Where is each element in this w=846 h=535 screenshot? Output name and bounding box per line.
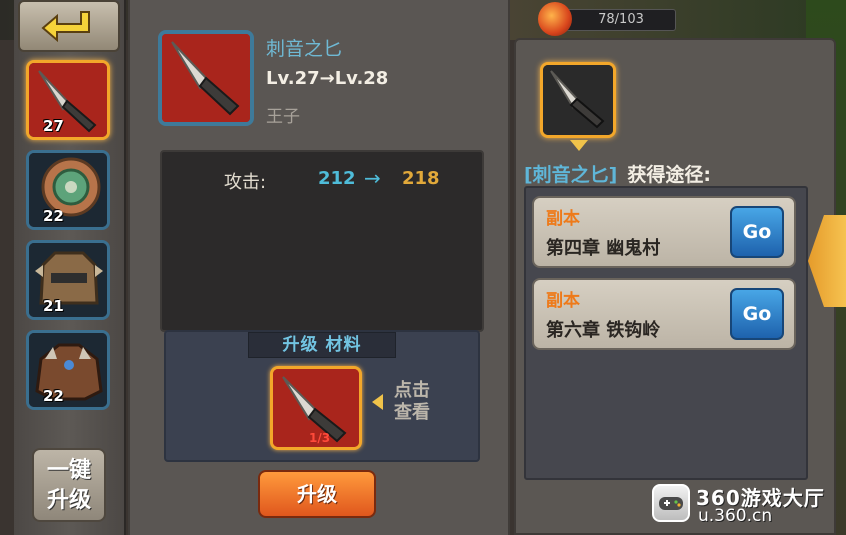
stamina-counter: 78/103 <box>538 2 678 36</box>
slot-level: 22 <box>43 207 64 225</box>
slot-level: 22 <box>43 387 64 405</box>
source-title: 获得途径: <box>627 164 711 186</box>
attack-next: 218 <box>402 168 440 189</box>
stamina-value: 78/103 <box>566 9 676 31</box>
gamepad-icon <box>652 484 690 522</box>
go-button[interactable]: Go <box>730 288 784 340</box>
source-heading: [刺音之匕] 获得途径: <box>524 160 711 187</box>
slot-level: 27 <box>43 117 64 135</box>
go-button[interactable]: Go <box>730 206 784 258</box>
shield-icon <box>29 153 107 227</box>
back-button[interactable] <box>18 0 120 52</box>
click-to-view[interactable]: 点击 查看 <box>394 380 440 424</box>
upgrade-button[interactable]: 升级 <box>258 470 376 518</box>
source-name: 第四章 幽鬼村 <box>546 238 661 259</box>
source-item-icon <box>540 62 616 138</box>
item-name: 刺音之匕 <box>266 38 343 60</box>
source-entry: 副本 第六章 铁钩岭 Go <box>532 278 796 350</box>
watermark-url: u.360.cn <box>698 506 773 526</box>
item-portrait <box>158 30 254 126</box>
caret-down-icon <box>570 140 588 151</box>
helmet-icon <box>29 243 107 317</box>
attack-current: 212 <box>318 168 356 189</box>
attack-arrow: → <box>364 166 381 190</box>
watermark: 360游戏大厅 u.360.cn <box>652 480 842 528</box>
attack-label: 攻击: <box>224 172 267 193</box>
material-item[interactable]: 1/3 <box>270 366 362 450</box>
dagger-icon <box>29 63 107 137</box>
item-level-change: Lv.27→Lv.28 <box>266 68 389 89</box>
equipment-slot-helmet[interactable]: 21 <box>26 240 110 320</box>
source-type: 副本 <box>546 209 580 229</box>
equipment-slot-shield[interactable]: 22 <box>26 150 110 230</box>
equipment-slot-armor[interactable]: 22 <box>26 330 110 410</box>
pointer-left-icon <box>372 394 383 410</box>
one-key-upgrade-button[interactable]: 一键 升级 <box>32 448 106 522</box>
slot-level: 21 <box>43 297 64 315</box>
dagger-icon <box>162 34 250 122</box>
source-type: 副本 <box>546 291 580 311</box>
material-count: 1/3 <box>309 431 331 445</box>
item-owner: 王子 <box>266 107 300 127</box>
view-text-line1: 点击 <box>394 380 430 401</box>
source-name: 第六章 铁钩岭 <box>546 320 661 341</box>
dagger-icon <box>543 65 613 135</box>
one-key-label-line1: 一键 <box>46 458 91 483</box>
source-item-name: [刺音之匕] <box>524 164 618 186</box>
armor-icon <box>29 333 107 407</box>
fire-icon <box>538 2 572 36</box>
one-key-label-line2: 升级 <box>46 488 91 513</box>
source-entry: 副本 第四章 幽鬼村 Go <box>532 196 796 268</box>
return-arrow-icon <box>41 11 90 43</box>
view-text-line2: 查看 <box>394 402 430 423</box>
equipment-slot-weapon[interactable]: 27 <box>26 60 110 140</box>
material-title: 升级 材料 <box>248 332 396 358</box>
